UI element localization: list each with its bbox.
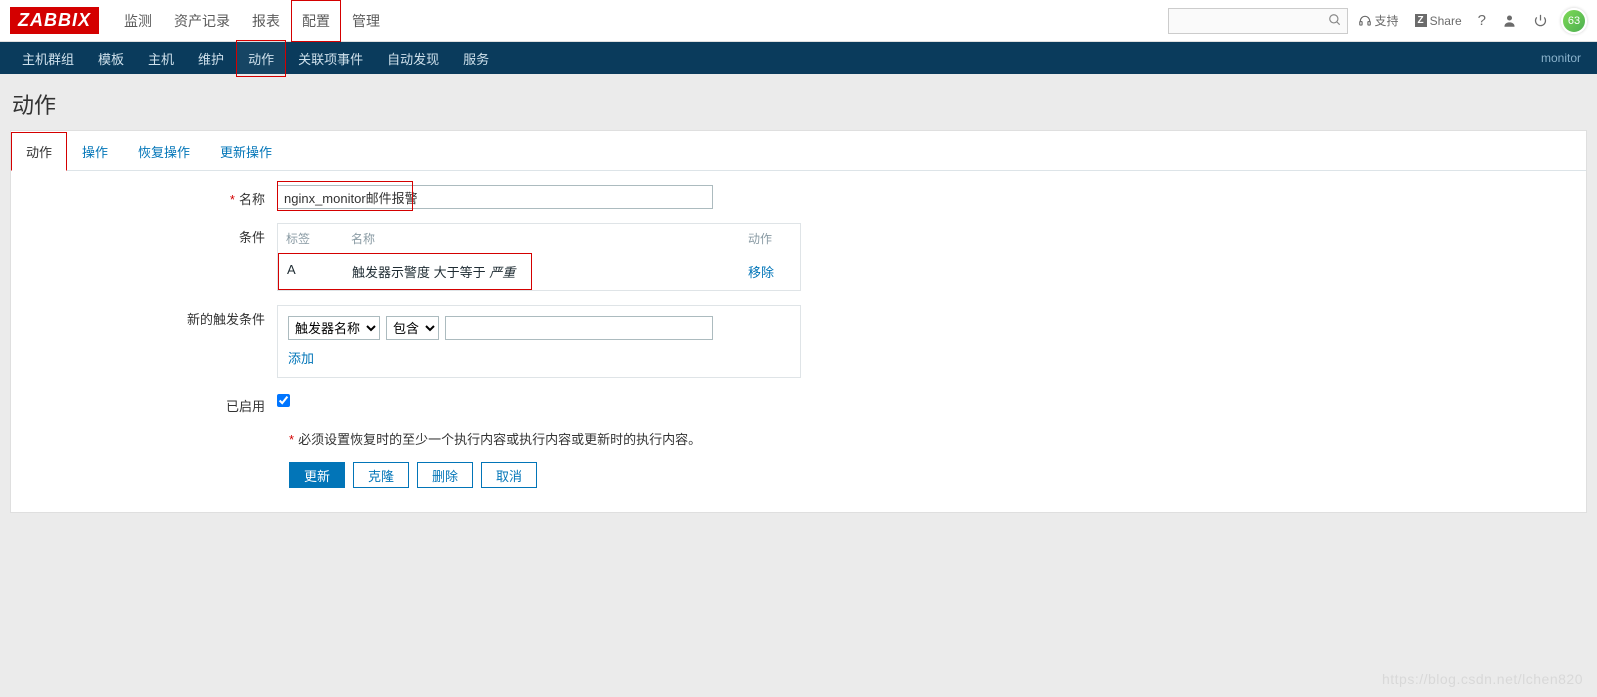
sub-nav-right: monitor: [1541, 51, 1587, 65]
sub-menu-item-6[interactable]: 自动发现: [375, 40, 451, 77]
top-menu-item-3[interactable]: 配置: [291, 0, 341, 42]
name-input[interactable]: [277, 185, 713, 209]
enabled-label: 已启用: [31, 392, 277, 415]
sub-menu-item-7[interactable]: 服务: [451, 40, 501, 77]
top-menu-item-0[interactable]: 监测: [113, 0, 163, 42]
sub-menu-item-3[interactable]: 维护: [186, 40, 236, 77]
tab-0[interactable]: 动作: [11, 132, 67, 171]
top-right: 支持 Z Share ? 63: [1168, 8, 1588, 34]
form-footer: * 必须设置恢复时的至少一个执行内容或执行内容或更新时的执行内容。 更新 克隆 删…: [289, 429, 1566, 488]
conditions-table: 标签 名称 动作 A 触发器示警度 大于等于 严重 移除: [277, 223, 801, 291]
name-label: * 名称: [31, 185, 277, 208]
cond-tag: A: [279, 254, 344, 289]
conditions-header: 标签 名称 动作: [278, 224, 800, 253]
top-menu-item-4[interactable]: 管理: [341, 0, 391, 42]
new-condition-type-select[interactable]: 触发器名称: [288, 316, 380, 340]
new-condition-operator-select[interactable]: 包含: [386, 316, 439, 340]
sub-menu-item-4[interactable]: 动作: [236, 40, 286, 77]
warning-text: * 必须设置恢复时的至少一个执行内容或执行内容或更新时的执行内容。: [289, 429, 1566, 448]
cond-head-tag: 标签: [278, 224, 343, 253]
new-condition-box: 触发器名称 包含 添加: [277, 305, 801, 378]
warning-message: 必须设置恢复时的至少一个执行内容或执行内容或更新时的执行内容。: [298, 432, 701, 447]
sub-menu-item-0[interactable]: 主机群组: [10, 40, 86, 77]
help-icon[interactable]: ?: [1472, 8, 1492, 33]
notification-badge[interactable]: 63: [1561, 8, 1587, 34]
top-menu-item-1[interactable]: 资产记录: [163, 0, 241, 42]
delete-button[interactable]: 删除: [417, 462, 473, 488]
search-icon[interactable]: [1328, 13, 1342, 27]
cancel-button[interactable]: 取消: [481, 462, 537, 488]
condition-highlight-box: A 触发器示警度 大于等于 严重: [278, 253, 532, 290]
form-row-conditions: 条件 标签 名称 动作 A 触发器示警度 大于等于 严重 移除: [31, 223, 1566, 291]
new-condition-controls: 触发器名称 包含: [288, 316, 713, 340]
sub-menu-item-1[interactable]: 模板: [86, 40, 136, 77]
top-menu-item-2[interactable]: 报表: [241, 0, 291, 42]
tab-1[interactable]: 操作: [67, 132, 123, 171]
share-link[interactable]: Z Share: [1409, 10, 1468, 32]
required-asterisk: *: [289, 432, 294, 447]
new-condition-value-input[interactable]: [445, 316, 713, 340]
cond-name: 触发器示警度 大于等于 严重: [344, 254, 531, 289]
tab-2[interactable]: 恢复操作: [123, 132, 205, 171]
power-icon[interactable]: [1527, 9, 1554, 32]
top-menu: 监测资产记录报表配置管理: [113, 0, 391, 42]
cond-head-name: 名称: [343, 224, 740, 253]
headset-icon: [1358, 14, 1372, 28]
cond-head-action: 动作: [740, 224, 800, 253]
share-label: Share: [1430, 14, 1462, 28]
conditions-label: 条件: [31, 223, 277, 246]
brand-logo[interactable]: ZABBIX: [10, 7, 99, 34]
page-title: 动作: [12, 88, 1585, 120]
new-condition-label: 新的触发条件: [31, 305, 277, 328]
remove-condition-link[interactable]: 移除: [740, 254, 800, 289]
support-link[interactable]: 支持: [1352, 8, 1405, 33]
user-icon[interactable]: [1496, 9, 1523, 32]
condition-row: A 触发器示警度 大于等于 严重 移除: [278, 253, 800, 290]
search-wrap: [1168, 8, 1348, 34]
tabs-row: 动作操作恢复操作更新操作: [11, 131, 1586, 171]
watermark: https://blog.csdn.net/lchen820: [1382, 671, 1583, 687]
sub-menu-item-5[interactable]: 关联项事件: [286, 40, 375, 77]
share-icon: Z: [1415, 14, 1427, 27]
form-area: * 名称 条件 标签 名称 动作 A 触发器示警度 大于等于 严重: [11, 171, 1586, 512]
button-row: 更新 克隆 删除 取消: [289, 462, 1566, 488]
update-button[interactable]: 更新: [289, 462, 345, 488]
enabled-checkbox[interactable]: [277, 394, 290, 407]
support-label: 支持: [1375, 12, 1399, 29]
page-title-row: 动作: [0, 74, 1597, 130]
sub-menu-item-2[interactable]: 主机: [136, 40, 186, 77]
name-label-text: 名称: [239, 192, 265, 207]
sub-nav: 主机群组模板主机维护动作关联项事件自动发现服务 monitor: [0, 42, 1597, 74]
tab-3[interactable]: 更新操作: [205, 132, 287, 171]
form-row-new-condition: 新的触发条件 触发器名称 包含 添加: [31, 305, 1566, 378]
form-row-enabled: 已启用: [31, 392, 1566, 415]
clone-button[interactable]: 克隆: [353, 462, 409, 488]
enabled-wrap: [277, 392, 290, 407]
add-condition-link[interactable]: 添加: [288, 348, 790, 367]
form-row-name: * 名称: [31, 185, 1566, 209]
top-nav: ZABBIX 监测资产记录报表配置管理 支持 Z Share ? 63: [0, 0, 1597, 42]
content-card: 动作操作恢复操作更新操作 *名称 条件 标签 名称 动作 A: [10, 130, 1587, 513]
required-asterisk: *: [230, 192, 235, 207]
cond-name-italic: 严重: [489, 265, 515, 280]
sub-menu: 主机群组模板主机维护动作关联项事件自动发现服务: [10, 40, 501, 77]
search-input[interactable]: [1168, 8, 1348, 34]
cond-name-prefix: 触发器示警度 大于等于: [352, 265, 489, 280]
name-input-wrap: [277, 185, 713, 209]
